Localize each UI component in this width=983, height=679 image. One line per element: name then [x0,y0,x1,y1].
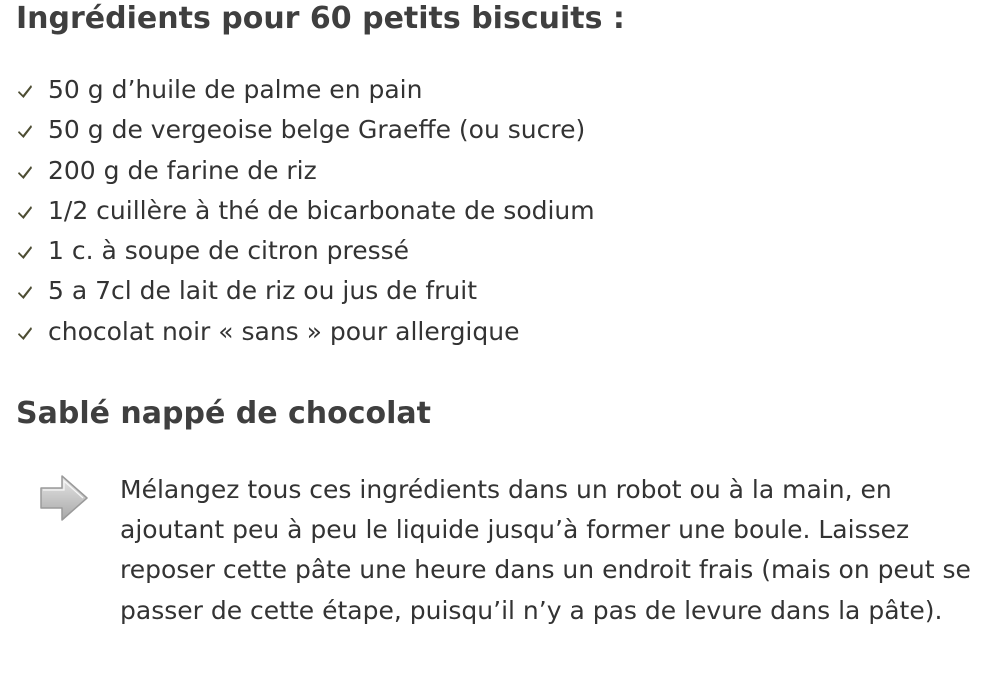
check-icon [18,125,32,139]
ingredients-heading: Ingrédients pour 60 petits biscuits : [16,1,625,36]
instruction-block: Mélangez tous ces ingrédients dans un ro… [38,470,983,670]
ingredient-item: 50 g de vergeoise belge Graeffe (ou sucr… [16,110,595,150]
check-icon [18,85,32,98]
ingredient-item: 1/2 cuillère à thé de bicarbonate de sod… [16,191,595,231]
ingredient-item: 1 c. à soupe de citron pressé [16,231,595,271]
section-heading: Sablé nappé de chocolat [16,396,432,431]
ingredient-item: 50 g d’huile de palme en pain [16,70,595,110]
instruction-text: Mélangez tous ces ingrédients dans un ro… [120,475,971,625]
ingredient-item: 200 g de farine de riz [16,151,595,191]
ingredient-label: 200 g de farine de riz [48,155,317,185]
check-icon [18,205,32,219]
check-icon [18,246,32,260]
ingredients-list: 50 g d’huile de palme en pain 50 g de ve… [16,70,595,352]
ingredient-label: 50 g de vergeoise belge Graeffe (ou sucr… [48,115,586,145]
ingredient-label: 1 c. à soupe de citron pressé [48,236,410,266]
check-icon [18,286,32,300]
ingredient-label: 50 g d’huile de palme en pain [48,75,423,104]
ingredient-item: 5 a 7cl de lait de riz ou jus de fruit [16,271,595,311]
ingredient-label: 5 a 7cl de lait de riz ou jus de fruit [48,276,478,306]
ingredient-item: chocolat noir « sans » pour allergique [16,312,595,352]
check-icon [18,326,32,340]
check-icon [18,165,32,179]
ingredient-label: 1/2 cuillère à thé de bicarbonate de sod… [48,195,595,225]
arrow-right-icon [40,475,88,521]
ingredient-label: chocolat noir « sans » pour allergique [48,316,520,346]
